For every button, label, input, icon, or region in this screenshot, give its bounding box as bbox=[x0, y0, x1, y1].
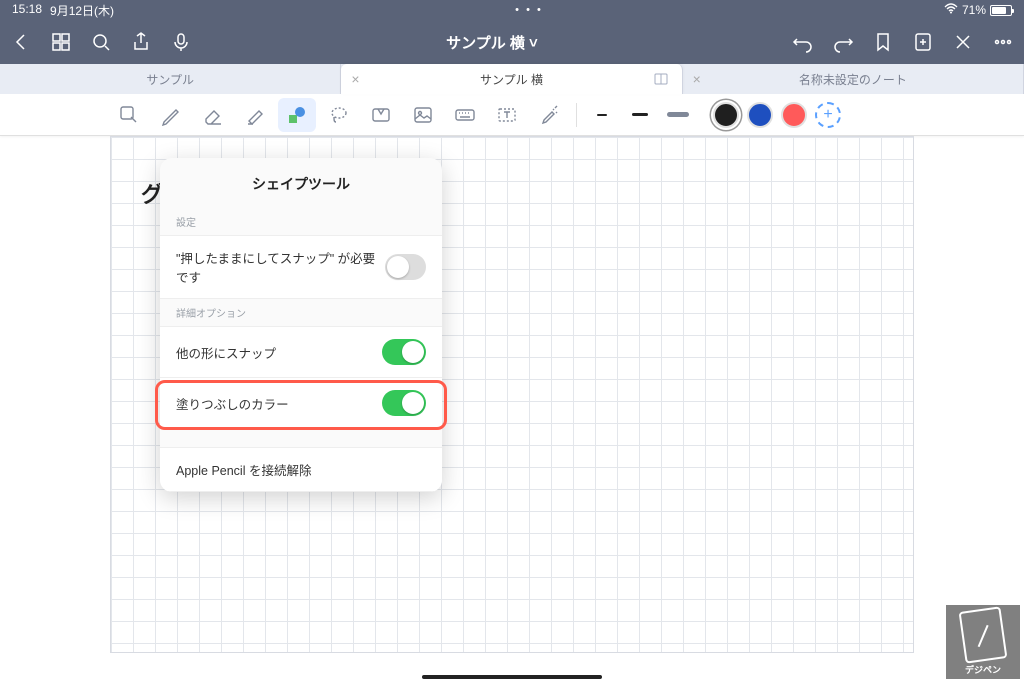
watermark-label: デジペン bbox=[965, 663, 1001, 676]
status-time: 15:18 bbox=[12, 2, 42, 19]
stroke-thick[interactable] bbox=[661, 106, 695, 124]
battery-icon bbox=[990, 5, 1012, 16]
tool-laser[interactable] bbox=[530, 98, 568, 132]
tool-keyboard[interactable] bbox=[446, 98, 484, 132]
tab-2-label: 名称未設定のノート bbox=[799, 71, 907, 88]
wifi-icon bbox=[944, 3, 958, 17]
tab-2[interactable]: × 名称未設定のノート bbox=[683, 64, 1024, 94]
stroke-thin[interactable] bbox=[585, 106, 619, 124]
back-icon[interactable] bbox=[10, 31, 32, 53]
toolbar-separator bbox=[576, 103, 577, 127]
tab-book-icon[interactable] bbox=[654, 72, 668, 86]
row-snap-required-label: "押したままにしてスナップ" が必要です bbox=[176, 248, 385, 286]
watermark: デジペン bbox=[946, 605, 1020, 679]
toggle-snap-other[interactable] bbox=[382, 339, 426, 365]
page-title[interactable]: サンプル 横 ˅ bbox=[192, 32, 792, 53]
status-bar: 15:18 9月12日(木) • • • 71% bbox=[0, 0, 1024, 20]
stroke-med[interactable] bbox=[623, 106, 657, 124]
watermark-device-icon bbox=[959, 606, 1008, 663]
color-add[interactable]: + bbox=[815, 102, 841, 128]
tool-zoom[interactable] bbox=[110, 98, 148, 132]
color-red[interactable] bbox=[781, 102, 807, 128]
tab-0[interactable]: サンプル bbox=[0, 64, 341, 94]
popover-section-advanced: 詳細オプション bbox=[160, 299, 442, 326]
tool-lasso[interactable] bbox=[320, 98, 358, 132]
home-indicator[interactable] bbox=[422, 675, 602, 679]
more-icon[interactable] bbox=[992, 31, 1014, 53]
tab-close-icon[interactable]: × bbox=[351, 71, 359, 87]
status-date: 9月12日(木) bbox=[50, 2, 114, 19]
popover-section-settings: 設定 bbox=[160, 208, 442, 235]
tab-strip: サンプル × サンプル 横 × 名称未設定のノート bbox=[0, 64, 1024, 94]
thumbnails-icon[interactable] bbox=[50, 31, 72, 53]
tool-elements[interactable] bbox=[362, 98, 400, 132]
row-snap-other-label: 他の形にスナップ bbox=[176, 343, 276, 362]
close-icon[interactable] bbox=[952, 31, 974, 53]
tab2-close-icon[interactable]: × bbox=[693, 71, 701, 87]
tool-eraser[interactable] bbox=[194, 98, 232, 132]
undo-icon[interactable] bbox=[792, 31, 814, 53]
battery-percent: 71% bbox=[962, 3, 986, 17]
tool-textbox[interactable] bbox=[488, 98, 526, 132]
row-fill-color: 塗りつぶしのカラー bbox=[160, 378, 442, 429]
color-blue[interactable] bbox=[747, 102, 773, 128]
tab-0-label: サンプル bbox=[146, 71, 194, 88]
redo-icon[interactable] bbox=[832, 31, 854, 53]
shape-tool-popover: シェイプツール 設定 "押したままにしてスナップ" が必要です 詳細オプション … bbox=[160, 158, 442, 492]
tool-highlighter[interactable] bbox=[236, 98, 274, 132]
add-page-icon[interactable] bbox=[912, 31, 934, 53]
toggle-fill-color[interactable] bbox=[382, 390, 426, 416]
search-icon[interactable] bbox=[90, 31, 112, 53]
bookmark-icon[interactable] bbox=[872, 31, 894, 53]
popover-title: シェイプツール bbox=[160, 158, 442, 208]
mic-icon[interactable] bbox=[170, 31, 192, 53]
row-disconnect-pencil[interactable]: Apple Pencil を接続解除 bbox=[160, 447, 442, 492]
toolbar: + bbox=[0, 94, 1024, 136]
tab-1[interactable]: × サンプル 横 bbox=[341, 64, 682, 94]
color-black[interactable] bbox=[713, 102, 739, 128]
share-icon[interactable] bbox=[130, 31, 152, 53]
tool-shapes[interactable] bbox=[278, 98, 316, 132]
row-snap-other: 他の形にスナップ bbox=[160, 326, 442, 378]
tab-1-label: サンプル 横 bbox=[480, 71, 543, 88]
nav-bar: サンプル 横 ˅ bbox=[0, 20, 1024, 64]
tool-image[interactable] bbox=[404, 98, 442, 132]
row-fill-color-label: 塗りつぶしのカラー bbox=[176, 394, 289, 413]
row-snap-required: "押したままにしてスナップ" が必要です bbox=[160, 235, 442, 299]
tool-pen[interactable] bbox=[152, 98, 190, 132]
row-disconnect-pencil-label: Apple Pencil を接続解除 bbox=[176, 460, 311, 479]
status-multitask-dots[interactable]: • • • bbox=[114, 4, 944, 16]
toggle-snap-required[interactable] bbox=[385, 254, 426, 280]
